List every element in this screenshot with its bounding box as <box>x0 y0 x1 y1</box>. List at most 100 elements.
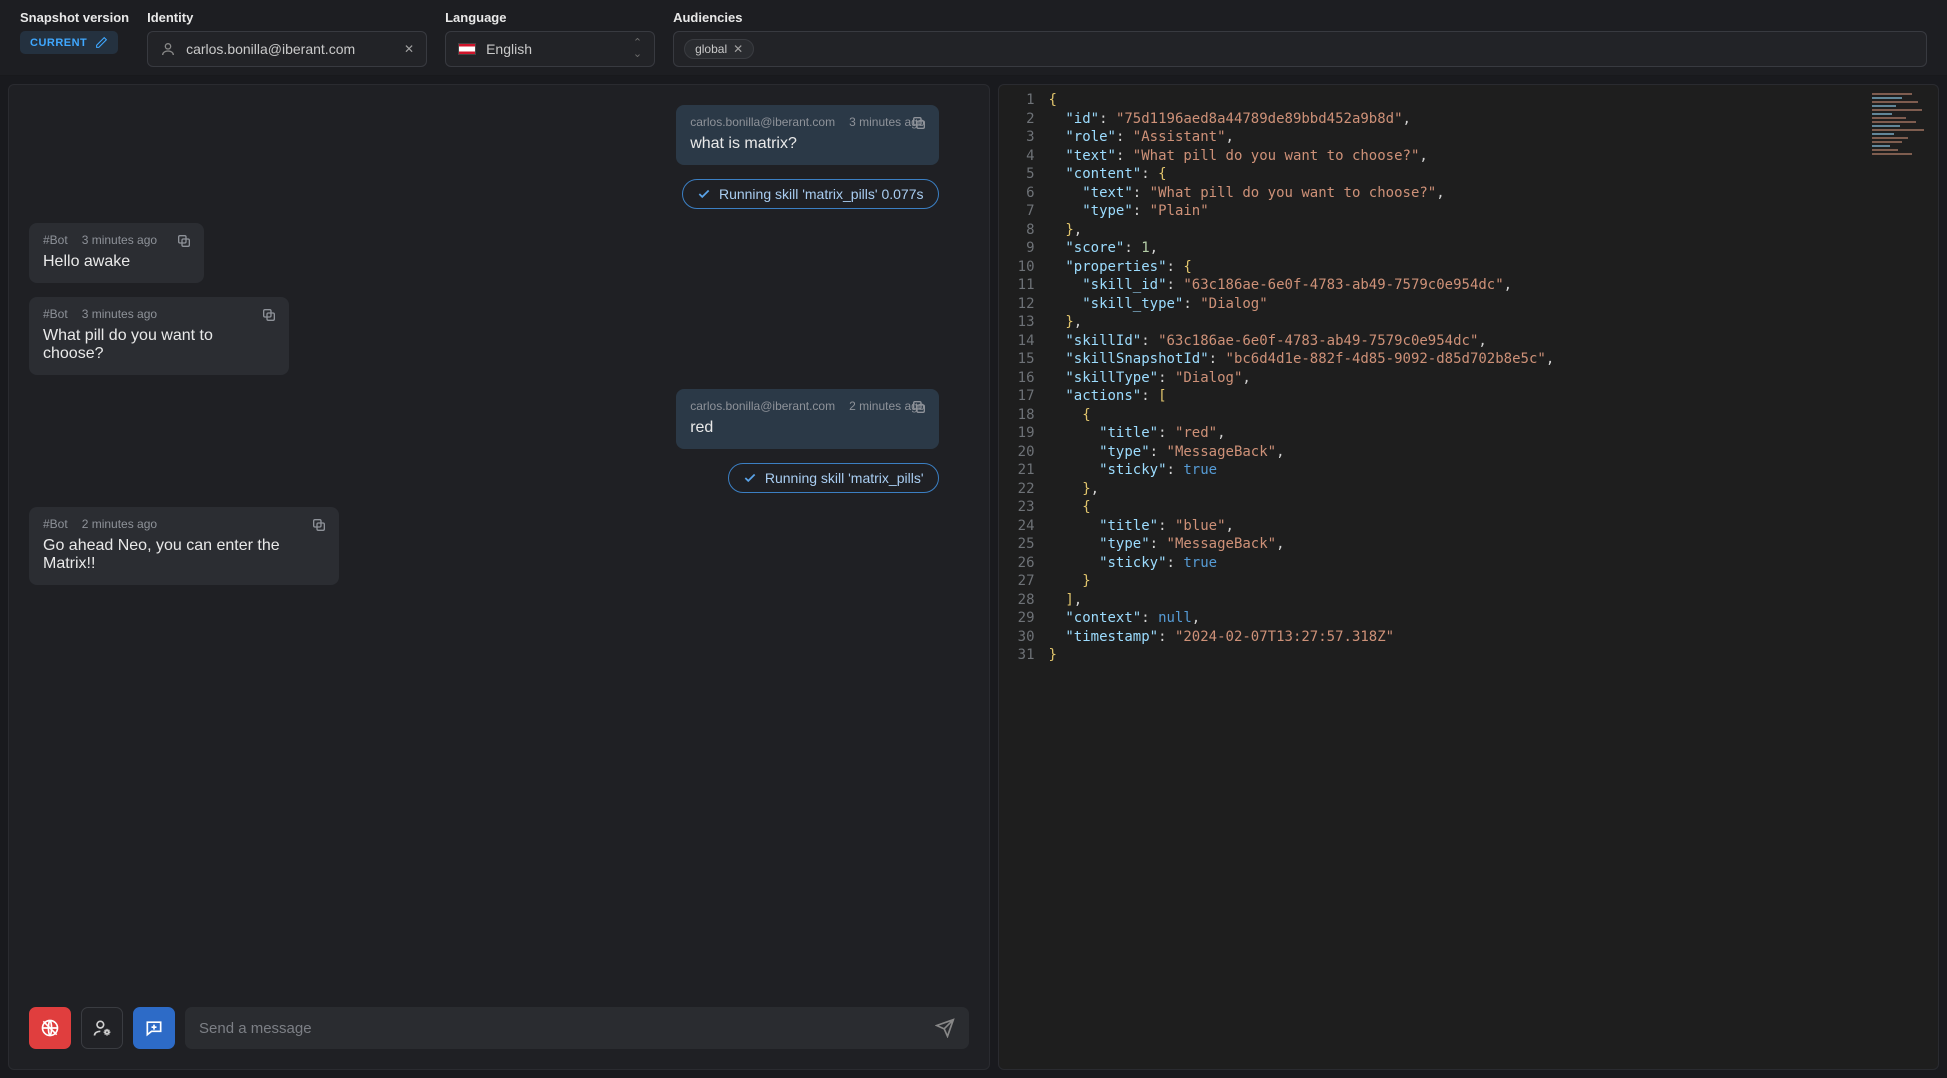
user-settings-button[interactable] <box>81 1007 123 1049</box>
code-line: "text": "What pill do you want to choose… <box>1049 184 1555 203</box>
line-number: 6 <box>1013 184 1035 203</box>
audience-tag-text: global <box>695 42 727 56</box>
code-line: "actions": [ <box>1049 387 1555 406</box>
copy-icon[interactable] <box>261 307 277 323</box>
line-number: 3 <box>1013 128 1035 147</box>
code-line: { <box>1049 91 1555 110</box>
code-line: { <box>1049 406 1555 425</box>
code-line: }, <box>1049 221 1555 240</box>
bot-message: #Bot3 minutes agoHello awake <box>29 223 204 283</box>
message-head: #Bot 3 minutes ago <box>43 307 275 321</box>
line-number: 14 <box>1013 332 1035 351</box>
line-number: 15 <box>1013 350 1035 369</box>
message-placeholder: Send a message <box>199 1020 312 1037</box>
bot-message: #Bot3 minutes agoWhat pill do you want t… <box>29 297 289 375</box>
code-line: "id": "75d1196aed8a44789de89bbd452a9b8d"… <box>1049 110 1555 129</box>
code-line: "skill_type": "Dialog" <box>1049 295 1555 314</box>
line-number: 8 <box>1013 221 1035 240</box>
copy-icon[interactable] <box>176 233 192 249</box>
message-time: 2 minutes ago <box>82 517 157 531</box>
line-number: 11 <box>1013 276 1035 295</box>
line-number: 16 <box>1013 369 1035 388</box>
code-line: "type": "MessageBack", <box>1049 535 1555 554</box>
code-line: ], <box>1049 591 1555 610</box>
identity-value: carlos.bonilla@iberant.com <box>186 41 394 57</box>
copy-icon[interactable] <box>911 399 927 415</box>
send-icon[interactable] <box>935 1018 955 1038</box>
code-line: "type": "Plain" <box>1049 202 1555 221</box>
message-text: what is matrix? <box>690 135 924 153</box>
code-line: "properties": { <box>1049 258 1555 277</box>
message-time: 3 minutes ago <box>82 307 157 321</box>
language-select[interactable]: English ⌃⌄ <box>445 31 655 67</box>
code-line: "skillSnapshotId": "bc6d4d1e-882f-4d85-9… <box>1049 350 1555 369</box>
json-editor[interactable]: 1234567891011121314151617181920212223242… <box>999 85 1939 665</box>
line-number: 7 <box>1013 202 1035 221</box>
globe-off-icon <box>40 1018 60 1038</box>
chat-log: carlos.bonilla@iberant.com3 minutes agow… <box>29 105 969 993</box>
bot-message: #Bot 2 minutes ago Go ahead Neo, you can e… <box>29 507 339 585</box>
snapshot-current-badge[interactable]: CURRENT <box>20 31 118 54</box>
code-line: } <box>1049 572 1555 591</box>
uk-flag-icon <box>458 43 476 55</box>
line-number: 13 <box>1013 313 1035 332</box>
skill-chip[interactable]: Running skill 'matrix_pills' 0.077s <box>682 179 939 209</box>
code-line: "sticky": true <box>1049 554 1555 573</box>
close-icon[interactable]: ✕ <box>404 42 414 56</box>
code-line: "content": { <box>1049 165 1555 184</box>
check-icon <box>697 187 711 201</box>
line-number: 31 <box>1013 646 1035 665</box>
code-line: "title": "blue", <box>1049 517 1555 536</box>
code-line: "title": "red", <box>1049 424 1555 443</box>
message-head: carlos.bonilla@iberant.com3 minutes ago <box>690 115 924 129</box>
line-gutter: 1234567891011121314151617181920212223242… <box>999 91 1049 665</box>
copy-icon[interactable] <box>311 517 327 533</box>
identity-label: Identity <box>147 10 427 25</box>
pencil-icon <box>95 36 108 49</box>
message-time: 3 minutes ago <box>82 233 157 247</box>
language-label: Language <box>445 10 655 25</box>
code-line: } <box>1049 646 1555 665</box>
message-sender: #Bot <box>43 517 68 531</box>
chat-panel: carlos.bonilla@iberant.com3 minutes agow… <box>8 84 990 1070</box>
identity-input[interactable]: carlos.bonilla@iberant.com ✕ <box>147 31 427 67</box>
code-line: { <box>1049 498 1555 517</box>
line-number: 27 <box>1013 572 1035 591</box>
message-text: Go ahead Neo, you can enter the Matrix!! <box>43 537 325 573</box>
line-number: 21 <box>1013 461 1035 480</box>
line-number: 23 <box>1013 498 1035 517</box>
line-number: 12 <box>1013 295 1035 314</box>
skill-chip-text: Running skill 'matrix_pills' <box>765 470 924 486</box>
code-line: "skill_id": "63c186ae-6e0f-4783-ab49-757… <box>1049 276 1555 295</box>
copy-icon[interactable] <box>911 115 927 131</box>
message-text: red <box>690 419 924 437</box>
skill-chip[interactable]: Running skill 'matrix_pills' <box>728 463 939 493</box>
line-number: 10 <box>1013 258 1035 277</box>
audience-tag[interactable]: global ✕ <box>684 39 754 59</box>
user-message: carlos.bonilla@iberant.com2 minutes agor… <box>676 389 938 449</box>
line-number: 24 <box>1013 517 1035 536</box>
audiences-input[interactable]: global ✕ <box>673 31 1927 67</box>
message-sender: carlos.bonilla@iberant.com <box>690 115 835 129</box>
line-number: 2 <box>1013 110 1035 129</box>
message-sender: #Bot <box>43 233 68 247</box>
message-sender: #Bot <box>43 307 68 321</box>
code-line: }, <box>1049 480 1555 499</box>
user-icon <box>160 41 176 57</box>
check-icon <box>743 471 757 485</box>
line-number: 26 <box>1013 554 1035 573</box>
user-message: carlos.bonilla@iberant.com3 minutes ago w… <box>676 105 938 165</box>
code-line: "text": "What pill do you want to choose… <box>1049 147 1555 166</box>
code-line: "score": 1, <box>1049 239 1555 258</box>
message-head: #Bot 2 minutes ago <box>43 517 325 531</box>
line-number: 19 <box>1013 424 1035 443</box>
user-gear-icon <box>92 1018 112 1038</box>
line-number: 18 <box>1013 406 1035 425</box>
line-number: 17 <box>1013 387 1035 406</box>
close-icon[interactable]: ✕ <box>733 42 743 56</box>
message-sender: carlos.bonilla@iberant.com <box>690 399 835 413</box>
new-chat-button[interactable] <box>133 1007 175 1049</box>
globe-off-button[interactable] <box>29 1007 71 1049</box>
identity-group: Identity carlos.bonilla@iberant.com ✕ <box>147 10 427 67</box>
message-input[interactable]: Send a message <box>185 1007 969 1049</box>
